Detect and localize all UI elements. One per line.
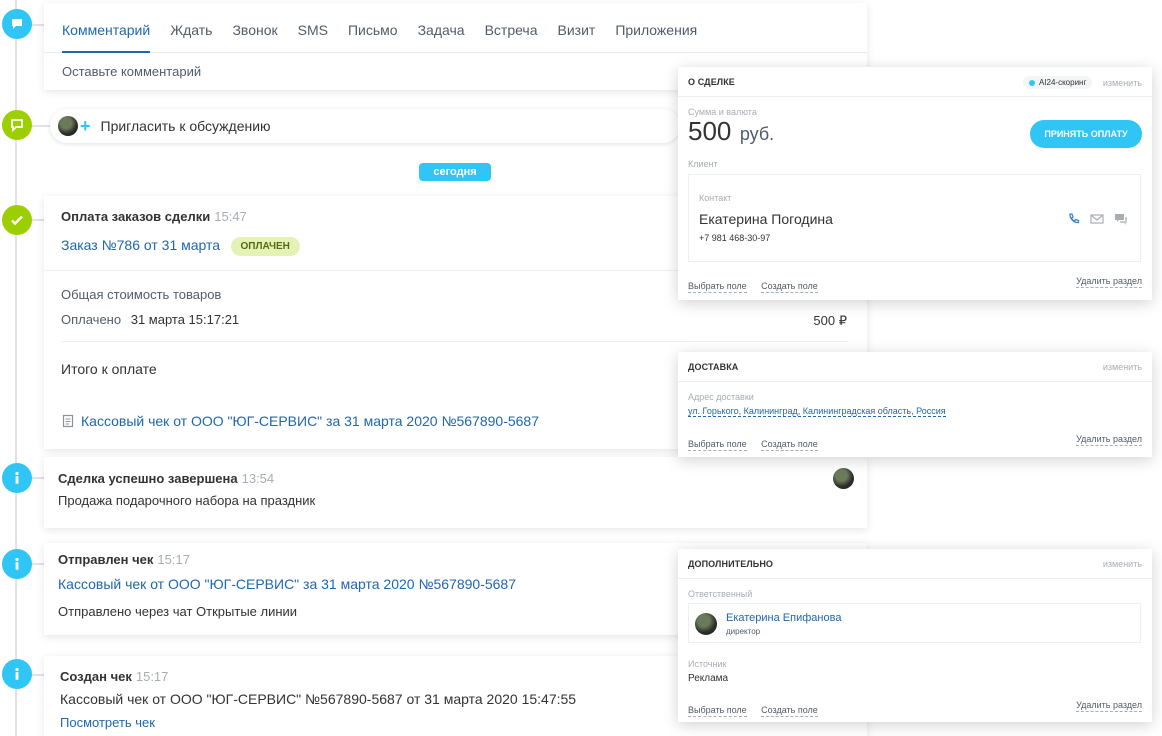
timeline-connector [30,674,44,676]
select-field-link[interactable]: Выбрать поле [688,281,747,293]
status-badge: оплачен [230,237,300,256]
delete-section-link[interactable]: Удалить раздел [1076,700,1142,712]
delivery-address[interactable]: ул. Горького, Калининград, Калининградск… [688,406,946,417]
avatar [58,116,78,136]
contact-card: Контакт Екатерина Погодина +7 981 468-30… [688,174,1141,262]
info-icon [2,463,32,493]
select-field-link[interactable]: Выбрать поле [688,705,747,717]
timeline-connector [30,125,50,127]
timeline-connector [30,477,44,479]
chat-bubble-icon [2,9,32,39]
info-icon [2,549,32,579]
create-field-link[interactable]: Создать поле [761,439,818,451]
delivery-panel: ДОСТАВКА изменить Адрес доставки ул. Гор… [678,352,1152,457]
plus-icon: + [80,115,91,136]
timeline-connector [30,219,44,221]
create-field-link[interactable]: Создать поле [761,281,818,293]
responsible-role: директор [726,627,761,636]
invite-to-discussion[interactable]: + Пригласить к обсуждению [50,109,680,143]
phone-icon[interactable] [1067,212,1081,226]
paid-amount: 500 ₽ [813,313,847,328]
event-title: Отправлен чек [58,552,154,567]
contact-label: Контакт [699,193,732,203]
chat-icon[interactable] [1114,213,1128,225]
create-field-link[interactable]: Создать поле [761,705,818,717]
responsible-label: Ответственный [688,589,753,599]
deal-amount: 500 [688,116,732,146]
contact-phone: +7 981 468-30-97 [699,233,771,243]
ai-scoring-button[interactable]: AI24-скоринг [1022,76,1093,89]
paid-label: Оплачено [61,312,122,327]
composer-tabs: Комментарий Ждать Звонок SMS Письмо Зада… [44,3,867,53]
order-link[interactable]: Заказ №786 от 31 марта [61,237,220,253]
view-receipt-link[interactable]: Посмотреть чек [60,715,155,730]
address-label: Адрес доставки [688,392,754,402]
date-separator-today: сегодня [419,163,491,181]
receipt-link[interactable]: Кассовый чек от ООО "ЮГ-СЕРВИС" за 31 ма… [81,413,539,429]
panel-title: О СДЕЛКЕ [688,76,735,87]
event-title: Создан чек [60,669,132,684]
event-time: 15:17 [157,552,190,567]
discussion-icon [2,110,32,140]
tab-sms[interactable]: SMS [298,3,328,53]
document-icon [62,414,74,428]
panel-title: ДОПОЛНИТЕЛЬНО [688,558,774,569]
timeline-screen: Комментарий Ждать Звонок SMS Письмо Зада… [0,0,1162,736]
event-text: Отправлено через чат Открытые линии [58,604,298,619]
event-time: 15:17 [135,669,169,684]
invite-label: Пригласить к обсуждению [100,118,271,134]
mail-icon[interactable] [1090,213,1104,225]
source-value: Реклама [688,673,729,684]
tab-task[interactable]: Задача [418,3,465,53]
deal-panel: О СДЕЛКЕ AI24-скоринг изменить Сумма и в… [678,67,1152,300]
responsible-name[interactable]: Екатерина Епифанова [726,612,841,624]
delete-section-link[interactable]: Удалить раздел [1076,434,1142,446]
tab-apps[interactable]: Приложения [615,3,697,53]
tab-email[interactable]: Письмо [348,3,398,53]
deal-completed-card: Сделка успешно завершена 13:54 Продажа по… [44,457,867,528]
tab-visit[interactable]: Визит [558,3,596,53]
event-text: Кассовый чек от ООО "ЮГ-СЕРВИС" №567890-… [60,691,577,707]
accept-payment-button[interactable]: ПРИНЯТЬ ОПЛАТУ [1030,120,1142,148]
tab-meeting[interactable]: Встреча [485,3,538,53]
additional-panel: ДОПОЛНИТЕЛЬНО изменить Ответственный Ека… [678,549,1152,722]
divider [61,341,848,342]
ai-icon [1028,79,1035,86]
select-field-link[interactable]: Выбрать поле [688,439,747,451]
ai-label: AI24-скоринг [1038,78,1087,87]
client-label: Клиент [688,159,718,169]
avatar[interactable] [833,468,854,489]
tab-comment[interactable]: Комментарий [62,3,151,53]
contact-name[interactable]: Екатерина Погодина [699,211,833,227]
paid-date: 31 марта 15:17:21 [130,312,240,327]
total-label: Общая стоимость товаров [61,287,222,302]
receipt-link[interactable]: Кассовый чек от ООО "ЮГ-СЕРВИС" за 31 ма… [58,576,516,592]
timeline-connector [30,563,44,565]
avatar [695,613,717,635]
tab-wait[interactable]: Ждать [170,3,212,53]
delete-section-link[interactable]: Удалить раздел [1076,276,1142,288]
deal-currency: руб. [739,124,775,144]
event-time: 13:54 [241,471,275,486]
info-icon [2,659,32,689]
event-time: 15:47 [214,209,247,224]
edit-link[interactable]: изменить [1103,78,1142,88]
responsible-card: Екатерина Епифанова директор [688,603,1141,643]
source-label: Источник [688,659,727,669]
edit-link[interactable]: изменить [1103,362,1142,372]
check-icon [2,205,32,235]
panel-title: ДОСТАВКА [688,361,739,372]
event-text: Продажа подарочного набора на праздник [58,493,316,508]
to-pay-label: Итого к оплате [61,361,157,377]
edit-link[interactable]: изменить [1103,559,1142,569]
event-title: Оплата заказов сделки [61,209,211,224]
tab-call[interactable]: Звонок [232,3,277,53]
event-title: Сделка успешно завершена [58,471,238,486]
timeline-connector [30,24,44,26]
